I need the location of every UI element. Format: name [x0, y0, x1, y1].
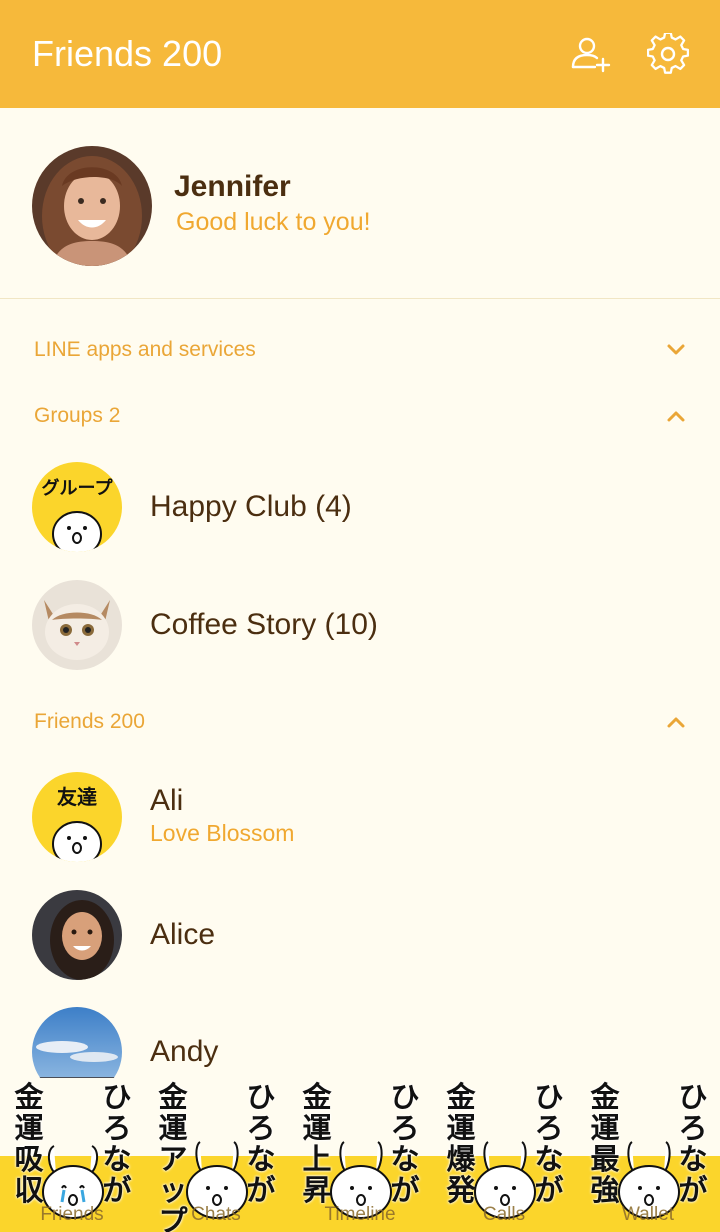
tab-label: Chats: [191, 1204, 241, 1225]
my-profile[interactable]: Jennifer Good luck to you!: [0, 108, 720, 299]
group-name: Happy Club (4): [150, 490, 352, 523]
tab-friends[interactable]: 金運吸収 ひろなが Friends: [0, 1078, 144, 1232]
friend-name: Alice: [150, 918, 216, 951]
group-avatar-text: グループ: [42, 477, 114, 499]
section-friends[interactable]: Friends 200: [0, 697, 720, 747]
section-groups[interactable]: Groups 2: [0, 391, 720, 441]
profile-status-message: Good luck to you!: [176, 208, 371, 236]
chevron-up-icon: [667, 717, 685, 728]
tab-label: Wallet: [621, 1204, 675, 1225]
friend-row-alice[interactable]: Alice: [0, 880, 720, 990]
tab-calls[interactable]: 金運爆発 ひろなが Calls: [432, 1078, 576, 1232]
section-line-apps[interactable]: LINE apps and services: [0, 325, 720, 375]
tab-timeline[interactable]: 金運上昇 ひろなが Timeline: [288, 1078, 432, 1232]
chevron-up-icon: [667, 411, 685, 422]
page-title: Friends 200: [32, 33, 223, 74]
chevron-down-icon: [667, 344, 685, 355]
friend-row-ali[interactable]: 友達 Ali Love Blossom: [0, 762, 720, 872]
friend-name: Andy: [150, 1035, 219, 1068]
bottom-tab-bar: 金運吸収 ひろなが Friends 金運アップ ひろなが Chats 金運上昇 …: [0, 1078, 720, 1232]
section-label: Groups 2: [34, 404, 121, 427]
group-name: Coffee Story (10): [150, 608, 378, 641]
header-bar: Friends 200: [0, 0, 720, 108]
add-friend-icon[interactable]: [566, 30, 614, 78]
tab-label: Calls: [482, 1204, 526, 1225]
group-avatar: [32, 580, 122, 670]
section-label: Friends 200: [34, 710, 145, 733]
friend-avatar: 友達: [32, 772, 122, 862]
group-avatar: グループ: [32, 462, 122, 552]
profile-name: Jennifer: [174, 170, 291, 203]
gear-icon[interactable]: [644, 30, 692, 78]
friend-avatar: [32, 890, 122, 980]
group-row-happy-club[interactable]: グループ Happy Club (4): [0, 452, 720, 562]
tab-wallet[interactable]: 金運最強 ひろなが Wallet: [576, 1078, 720, 1232]
friend-status: Love Blossom: [150, 820, 295, 846]
tab-chats[interactable]: 金運アップ ひろなが Chats: [144, 1078, 288, 1232]
profile-avatar[interactable]: [32, 146, 152, 266]
friend-avatar-text: 友達: [57, 785, 97, 809]
tab-label: Friends: [40, 1204, 104, 1225]
group-row-coffee-story[interactable]: Coffee Story (10): [0, 570, 720, 680]
section-label: LINE apps and services: [34, 338, 256, 361]
tab-label: Timeline: [324, 1204, 396, 1225]
friend-name: Ali: [150, 784, 184, 817]
